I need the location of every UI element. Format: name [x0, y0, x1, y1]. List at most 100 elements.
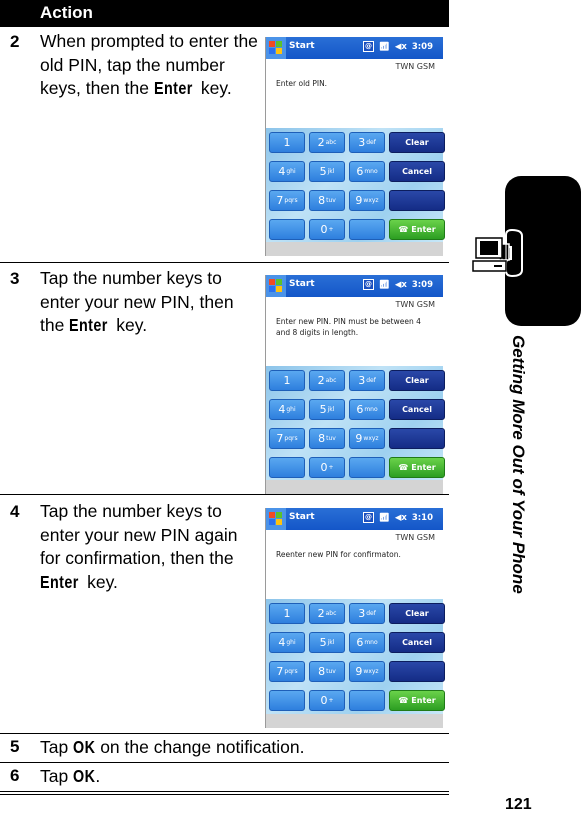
clock[interactable]: 3:09 — [412, 280, 433, 290]
key-3[interactable]: 3 def — [349, 370, 385, 391]
phone-icon: ☎ — [398, 463, 409, 472]
carrier-name: TWN GSM — [395, 533, 435, 542]
key-2[interactable]: 2 abc — [309, 370, 345, 391]
section-title: Getting More Out of Your Phone — [509, 335, 528, 594]
key-blank[interactable] — [389, 428, 445, 449]
connectivity-icon[interactable]: @ — [363, 41, 375, 52]
key-9[interactable]: 9 wxyz — [349, 190, 385, 211]
key-blank[interactable] — [269, 457, 305, 478]
clock[interactable]: 3:09 — [412, 42, 433, 52]
key-blank[interactable] — [269, 219, 305, 240]
key-0[interactable]: 0 + — [309, 219, 345, 240]
key-7[interactable]: 7 pqrs — [269, 661, 305, 682]
start-menu[interactable]: Start — [289, 512, 315, 522]
key-7[interactable]: 7 pqrs — [269, 428, 305, 449]
key-3[interactable]: 3 def — [349, 132, 385, 153]
phone-icon: ☎ — [398, 696, 409, 705]
signal-icon[interactable]: 📶︎ — [379, 513, 390, 523]
key-clear[interactable]: Clear — [389, 370, 445, 391]
key-8[interactable]: 8 tuv — [309, 661, 345, 682]
connectivity-icon[interactable]: @ — [363, 512, 375, 523]
prompt-message: Reenter new PIN for confirmaton. — [276, 550, 401, 559]
key-name: OK — [73, 766, 96, 786]
pin-keypad: 1 2 abc 3 def Clear 4 ghi 5 jkl 6 mno Cancel 7 pqrs 8 tu… — [266, 128, 445, 244]
start-menu[interactable]: Start — [289, 41, 315, 51]
key-blank[interactable] — [269, 690, 305, 711]
connectivity-icon[interactable]: @ — [363, 279, 375, 290]
signal-icon[interactable]: 📶︎ — [379, 280, 390, 290]
key-blank[interactable] — [389, 661, 445, 682]
key-name: Enter — [40, 571, 79, 592]
ppc-title-bar: Start @ 📶︎ ◀x 3:09 — [266, 275, 443, 297]
key-8[interactable]: 8 tuv — [309, 428, 345, 449]
key-4[interactable]: 4 ghi — [269, 161, 305, 182]
pin-keypad: 1 2 abc 3 def Clear 4 ghi 5 jkl 6 mno Cancel 7 pqrs 8 tu… — [266, 366, 445, 482]
key-5[interactable]: 5 jkl — [309, 632, 345, 653]
row-divider — [0, 494, 449, 495]
step-number: 2 — [10, 32, 20, 51]
key-name: OK — [73, 737, 96, 757]
key-enter[interactable]: ☎ Enter — [389, 457, 445, 478]
screenshot-enter-new-pin: Start @ 📶︎ ◀x 3:09 TWN GSM Enter new PIN… — [265, 275, 445, 494]
step-text: Tap OK. — [40, 765, 440, 789]
key-blank[interactable] — [349, 219, 385, 240]
volume-mute-icon[interactable]: ◀x — [395, 513, 407, 523]
key-5[interactable]: 5 jkl — [309, 399, 345, 420]
key-0[interactable]: 0 + — [309, 690, 345, 711]
key-6[interactable]: 6 mno — [349, 399, 385, 420]
key-4[interactable]: 4 ghi — [269, 399, 305, 420]
row-divider — [0, 762, 449, 763]
ppc-menu-bar — [266, 714, 443, 728]
system-tray: @ 📶︎ ◀x 3:09 — [363, 41, 433, 52]
key-clear[interactable]: Clear — [389, 603, 445, 624]
volume-mute-icon[interactable]: ◀x — [395, 280, 407, 290]
key-name: Enter — [69, 315, 108, 335]
ppc-title-bar: Start @ 📶︎ ◀x 3:09 — [266, 37, 443, 59]
signal-icon[interactable]: 📶︎ — [379, 42, 390, 52]
ppc-menu-bar — [266, 242, 443, 256]
key-4[interactable]: 4 ghi — [269, 632, 305, 653]
step-number: 4 — [10, 502, 20, 521]
carrier-name: TWN GSM — [395, 300, 435, 309]
system-tray: @ 📶︎ ◀x 3:10 — [363, 512, 433, 523]
windows-start-icon[interactable] — [266, 37, 286, 59]
key-blank[interactable] — [349, 457, 385, 478]
volume-mute-icon[interactable]: ◀x — [395, 42, 407, 52]
key-2[interactable]: 2 abc — [309, 132, 345, 153]
key-cancel[interactable]: Cancel — [389, 399, 445, 420]
row-divider — [0, 262, 449, 263]
start-menu[interactable]: Start — [289, 279, 315, 289]
key-9[interactable]: 9 wxyz — [349, 428, 385, 449]
prompt-message: Enter new PIN. PIN must be between 4 and… — [276, 317, 421, 337]
row-divider — [0, 733, 449, 734]
phone-icon: ☎ — [398, 225, 409, 234]
key-9[interactable]: 9 wxyz — [349, 661, 385, 682]
key-8[interactable]: 8 tuv — [309, 190, 345, 211]
key-7[interactable]: 7 pqrs — [269, 190, 305, 211]
windows-start-icon[interactable] — [266, 508, 286, 530]
key-enter[interactable]: ☎ Enter — [389, 690, 445, 711]
ppc-menu-bar — [266, 480, 443, 494]
key-0[interactable]: 0 + — [309, 457, 345, 478]
key-5[interactable]: 5 jkl — [309, 161, 345, 182]
table-header: Action — [0, 0, 449, 27]
key-enter[interactable]: ☎ Enter — [389, 219, 445, 240]
key-6[interactable]: 6 mno — [349, 161, 385, 182]
key-blank[interactable] — [349, 690, 385, 711]
windows-start-icon[interactable] — [266, 275, 286, 297]
key-clear[interactable]: Clear — [389, 132, 445, 153]
key-blank[interactable] — [389, 190, 445, 211]
column-label-action: Action — [40, 3, 93, 22]
page-number: 121 — [505, 796, 532, 813]
step-text: Tap the number keys to enter your new PI… — [40, 500, 255, 594]
key-1[interactable]: 1 — [269, 132, 305, 153]
key-name: Enter — [153, 78, 193, 98]
clock[interactable]: 3:10 — [412, 513, 433, 523]
key-1[interactable]: 1 — [269, 603, 305, 624]
key-6[interactable]: 6 mno — [349, 632, 385, 653]
key-1[interactable]: 1 — [269, 370, 305, 391]
key-cancel[interactable]: Cancel — [389, 161, 445, 182]
key-3[interactable]: 3 def — [349, 603, 385, 624]
key-2[interactable]: 2 abc — [309, 603, 345, 624]
key-cancel[interactable]: Cancel — [389, 632, 445, 653]
